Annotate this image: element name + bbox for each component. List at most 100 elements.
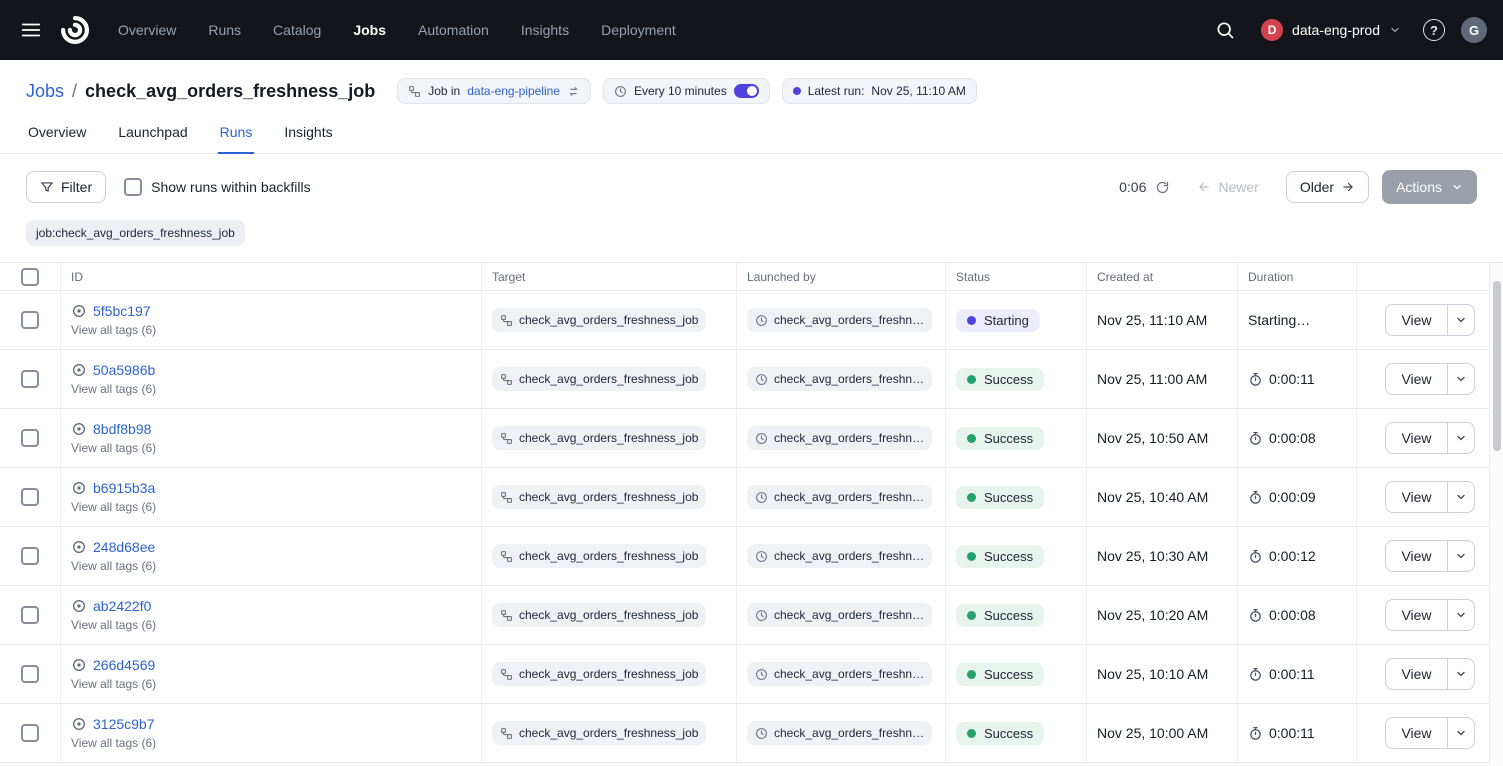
- status-dot: [967, 493, 976, 502]
- target-chip[interactable]: check_avg_orders_freshness_job: [492, 721, 706, 745]
- view-dropdown-button[interactable]: [1447, 599, 1475, 631]
- tab-launchpad[interactable]: Launchpad: [116, 124, 189, 153]
- refresh-icon[interactable]: [1155, 180, 1170, 195]
- menu-button[interactable]: [12, 11, 50, 49]
- run-id-link[interactable]: 3125c9b7: [93, 716, 155, 732]
- tab-runs[interactable]: Runs: [218, 124, 255, 154]
- target-chip[interactable]: check_avg_orders_freshness_job: [492, 544, 706, 568]
- target-chip[interactable]: check_avg_orders_freshness_job: [492, 662, 706, 686]
- view-run-button[interactable]: View: [1385, 422, 1447, 454]
- view-run-button[interactable]: View: [1385, 304, 1447, 336]
- dagster-logo-icon[interactable]: [56, 11, 94, 49]
- launched-by-chip[interactable]: check_avg_orders_freshn…: [747, 308, 932, 332]
- row-checkbox[interactable]: [21, 488, 39, 506]
- view-dropdown-button[interactable]: [1447, 540, 1475, 572]
- search-button[interactable]: [1211, 16, 1239, 44]
- row-checkbox[interactable]: [21, 370, 39, 388]
- view-run-button[interactable]: View: [1385, 599, 1447, 631]
- launched-by-chip[interactable]: check_avg_orders_freshn…: [747, 544, 932, 568]
- view-all-tags-link[interactable]: View all tags (6): [71, 323, 156, 337]
- help-button[interactable]: ?: [1423, 19, 1445, 41]
- vertical-scrollbar[interactable]: [1489, 263, 1503, 766]
- launched-by-chip[interactable]: check_avg_orders_freshn…: [747, 662, 932, 686]
- view-run-button[interactable]: View: [1385, 658, 1447, 690]
- newer-button[interactable]: Newer: [1183, 171, 1272, 203]
- view-run-button[interactable]: View: [1385, 717, 1447, 749]
- breadcrumb-jobs-link[interactable]: Jobs: [26, 81, 64, 102]
- backfills-checkbox[interactable]: [124, 178, 142, 196]
- nav-item-catalog[interactable]: Catalog: [273, 22, 321, 38]
- launched-by-chip[interactable]: check_avg_orders_freshn…: [747, 721, 932, 745]
- target-chip[interactable]: check_avg_orders_freshness_job: [492, 367, 706, 391]
- target-label: check_avg_orders_freshness_job: [519, 372, 698, 386]
- view-all-tags-link[interactable]: View all tags (6): [71, 618, 156, 632]
- view-all-tags-link[interactable]: View all tags (6): [71, 559, 156, 573]
- view-all-tags-link[interactable]: View all tags (6): [71, 677, 156, 691]
- target-chip[interactable]: check_avg_orders_freshness_job: [492, 308, 706, 332]
- latest-run-time[interactable]: Nov 25, 11:10 AM: [871, 84, 966, 98]
- target-chip[interactable]: check_avg_orders_freshness_job: [492, 426, 706, 450]
- view-dropdown-button[interactable]: [1447, 422, 1475, 454]
- view-all-tags-link[interactable]: View all tags (6): [71, 500, 156, 514]
- run-id-link[interactable]: 5f5bc197: [93, 303, 151, 319]
- job-icon: [408, 85, 421, 98]
- view-dropdown-button[interactable]: [1447, 717, 1475, 749]
- duration-cell: 0:00:11: [1237, 645, 1356, 703]
- status-badge: Success: [956, 427, 1044, 450]
- target-chip[interactable]: check_avg_orders_freshness_job: [492, 603, 706, 627]
- row-checkbox[interactable]: [21, 547, 39, 565]
- swap-icon[interactable]: [567, 85, 580, 98]
- view-dropdown-button[interactable]: [1447, 481, 1475, 513]
- run-id-link[interactable]: 8bdf8b98: [93, 421, 151, 437]
- older-button[interactable]: Older: [1286, 171, 1369, 203]
- launched-by-label: check_avg_orders_freshn…: [774, 726, 924, 740]
- job-filter-tag[interactable]: job:check_avg_orders_freshness_job: [26, 220, 245, 246]
- scrollbar-thumb[interactable]: [1493, 281, 1501, 451]
- tab-insights[interactable]: Insights: [282, 124, 334, 153]
- filter-button[interactable]: Filter: [26, 171, 106, 203]
- view-dropdown-button[interactable]: [1447, 363, 1475, 395]
- view-all-tags-link[interactable]: View all tags (6): [71, 441, 156, 455]
- view-run-button[interactable]: View: [1385, 540, 1447, 572]
- nav-item-insights[interactable]: Insights: [521, 22, 569, 38]
- view-dropdown-button[interactable]: [1447, 304, 1475, 336]
- target-chip[interactable]: check_avg_orders_freshness_job: [492, 485, 706, 509]
- table-row: 248d68ee View all tags (6) check_avg_ord…: [0, 527, 1503, 586]
- tab-overview[interactable]: Overview: [26, 124, 88, 153]
- row-checkbox-cell: [0, 350, 60, 408]
- pipeline-link[interactable]: data-eng-pipeline: [467, 84, 560, 98]
- latest-run-status-dot: [793, 87, 801, 95]
- row-checkbox[interactable]: [21, 606, 39, 624]
- launched-by-cell: check_avg_orders_freshn…: [736, 409, 945, 467]
- view-run-button[interactable]: View: [1385, 481, 1447, 513]
- nav-item-deployment[interactable]: Deployment: [601, 22, 676, 38]
- view-run-button[interactable]: View: [1385, 363, 1447, 395]
- row-checkbox[interactable]: [21, 429, 39, 447]
- launched-by-chip[interactable]: check_avg_orders_freshn…: [747, 485, 932, 509]
- row-checkbox[interactable]: [21, 311, 39, 329]
- schedule-toggle[interactable]: [734, 84, 759, 98]
- run-id-link[interactable]: ab2422f0: [93, 598, 151, 614]
- nav-item-jobs[interactable]: Jobs: [353, 22, 386, 38]
- user-avatar[interactable]: G: [1461, 17, 1487, 43]
- run-id-link[interactable]: b6915b3a: [93, 480, 155, 496]
- view-dropdown-button[interactable]: [1447, 658, 1475, 690]
- deployment-switcher[interactable]: D data-eng-prod: [1255, 15, 1407, 45]
- view-all-tags-link[interactable]: View all tags (6): [71, 736, 156, 750]
- row-checkbox[interactable]: [21, 665, 39, 683]
- backfills-checkbox-label[interactable]: Show runs within backfills: [151, 179, 311, 195]
- run-id-link[interactable]: 266d4569: [93, 657, 155, 673]
- actions-button[interactable]: Actions: [1382, 170, 1477, 204]
- row-checkbox[interactable]: [21, 724, 39, 742]
- nav-item-runs[interactable]: Runs: [208, 22, 241, 38]
- nav-item-automation[interactable]: Automation: [418, 22, 489, 38]
- run-id-link[interactable]: 50a5986b: [93, 362, 155, 378]
- view-all-tags-link[interactable]: View all tags (6): [71, 382, 156, 396]
- run-id-link[interactable]: 248d68ee: [93, 539, 155, 555]
- nav-item-overview[interactable]: Overview: [118, 22, 176, 38]
- stopwatch-icon: [1248, 549, 1263, 564]
- launched-by-chip[interactable]: check_avg_orders_freshn…: [747, 426, 932, 450]
- launched-by-chip[interactable]: check_avg_orders_freshn…: [747, 367, 932, 391]
- select-all-checkbox[interactable]: [21, 268, 39, 286]
- launched-by-chip[interactable]: check_avg_orders_freshn…: [747, 603, 932, 627]
